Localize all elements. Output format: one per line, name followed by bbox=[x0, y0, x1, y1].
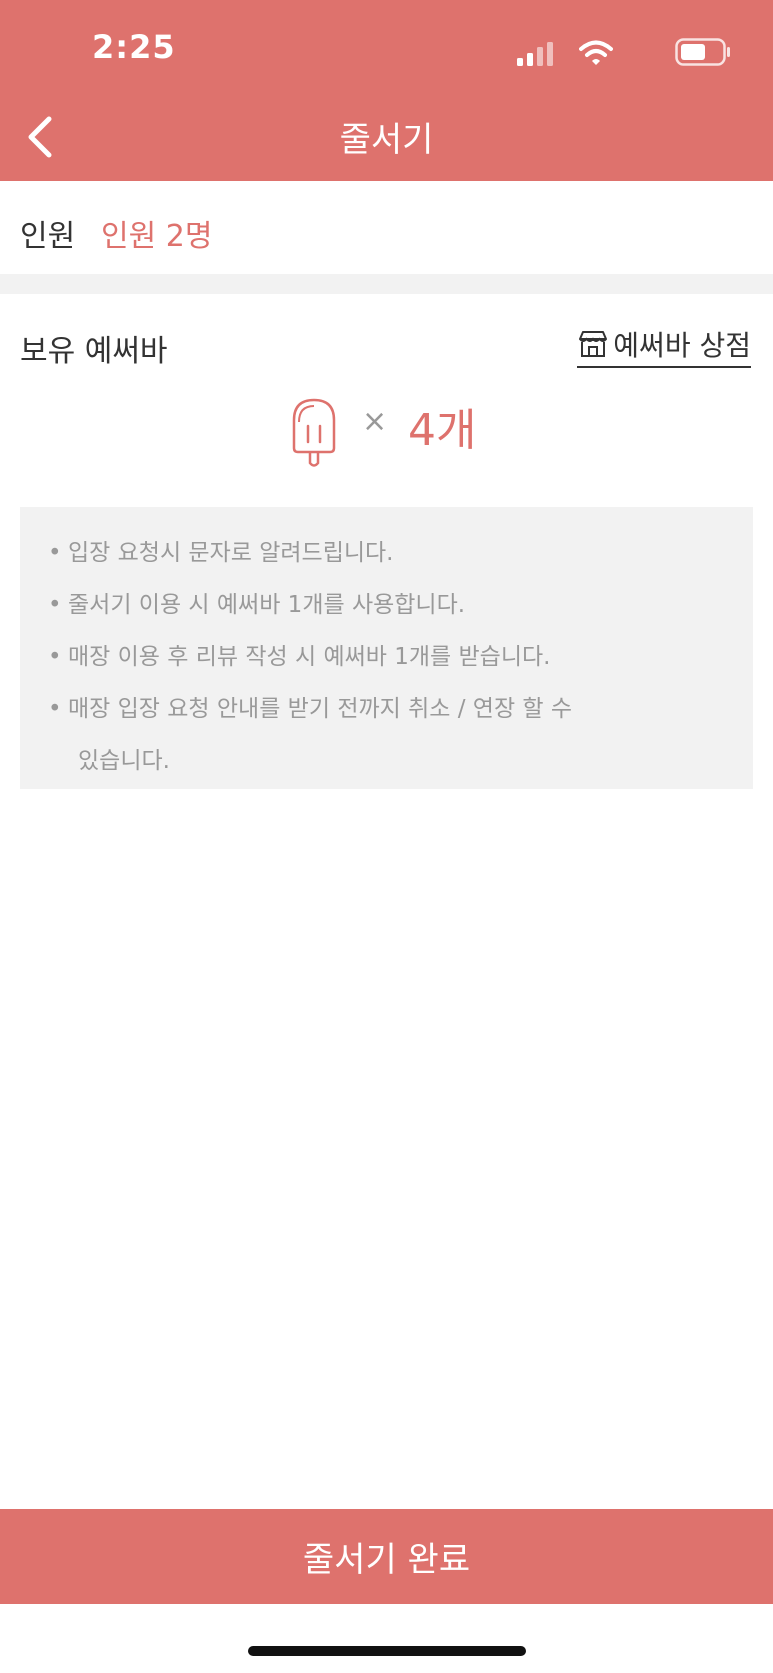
notice-text: 매장 이용 후 리뷰 작성 시 예써바 1개를 받습니다. bbox=[68, 644, 551, 670]
notice-item: • 매장 입장 요청 안내를 받기 전까지 취소 / 연장 할 수 bbox=[48, 683, 573, 735]
owned-count-row: × 4개 bbox=[0, 390, 773, 470]
complete-queue-button[interactable]: 줄서기 완료 bbox=[0, 1509, 773, 1604]
notice-item: • 줄서기 이용 시 예써바 1개를 사용합니다. bbox=[48, 579, 466, 631]
notice-item-continuation: 있습니다. bbox=[78, 735, 170, 787]
shop-link-label: 예써바 상점 bbox=[613, 329, 751, 362]
notice-text: 입장 요청시 문자로 알려드립니다. bbox=[68, 540, 394, 566]
store-icon bbox=[579, 331, 608, 357]
bullet: • bbox=[48, 592, 62, 618]
page-title: 줄서기 bbox=[339, 120, 434, 160]
popsicle-icon bbox=[292, 398, 336, 467]
bullet: • bbox=[48, 644, 62, 670]
signal-icon bbox=[517, 42, 553, 66]
notice-box: • 입장 요청시 문자로 알려드립니다. • 줄서기 이용 시 예써바 1개를 … bbox=[20, 507, 753, 789]
shop-link[interactable]: 예써바 상점 bbox=[577, 324, 751, 368]
owned-label: 보유 예써바 bbox=[20, 334, 168, 369]
section-divider bbox=[0, 274, 773, 294]
wifi-icon bbox=[579, 40, 613, 65]
battery-icon bbox=[675, 38, 730, 66]
header: 2:25 줄서기 bbox=[0, 0, 773, 181]
notice-text: 있습니다. bbox=[78, 748, 170, 774]
bullet: • bbox=[48, 696, 62, 722]
owned-count: 4개 bbox=[408, 405, 477, 456]
home-indicator bbox=[248, 1646, 526, 1656]
notice-item: • 매장 이용 후 리뷰 작성 시 예써바 1개를 받습니다. bbox=[48, 631, 551, 683]
people-row: 인원 인원 2명 bbox=[0, 181, 773, 274]
status-time: 2:25 bbox=[92, 28, 176, 66]
bullet: • bbox=[48, 540, 62, 566]
people-count-selector[interactable]: 인원 2명 bbox=[101, 211, 212, 255]
notice-item: • 입장 요청시 문자로 알려드립니다. bbox=[48, 527, 394, 579]
notice-text: 매장 입장 요청 안내를 받기 전까지 취소 / 연장 할 수 bbox=[68, 696, 573, 722]
multiply-sign: × bbox=[362, 404, 388, 439]
people-label: 인원 bbox=[20, 219, 76, 254]
notice-text: 줄서기 이용 시 예써바 1개를 사용합니다. bbox=[68, 592, 466, 618]
